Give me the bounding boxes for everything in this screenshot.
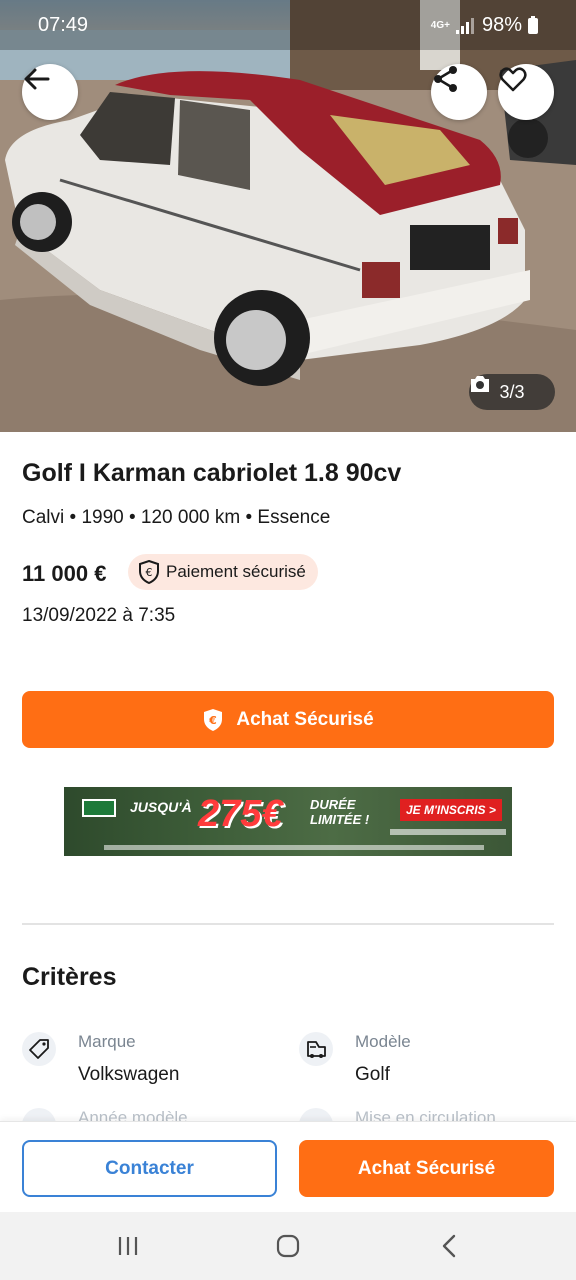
signal-icon	[455, 17, 476, 34]
home-button[interactable]	[268, 1230, 308, 1262]
criteria-value: Golf	[355, 1064, 390, 1085]
car-photo-illustration	[0, 0, 576, 432]
contact-button[interactable]: Contacter	[22, 1140, 277, 1197]
system-nav-bar	[0, 1212, 576, 1280]
section-divider	[22, 923, 554, 925]
ad-fine-print	[390, 829, 506, 835]
secure-purchase-bottom-button[interactable]: Achat Sécurisé	[299, 1140, 554, 1197]
criteria-value: Volkswagen	[78, 1064, 180, 1085]
criteria-peek-label: Mise en circulation	[355, 1108, 496, 1122]
chevron-left-icon	[442, 1234, 456, 1258]
bottom-action-bar: Contacter Achat Sécurisé	[0, 1121, 576, 1212]
criteria-item-brand: Marque Volkswagen	[22, 1032, 282, 1092]
home-icon	[276, 1234, 300, 1258]
criteria-item-year-peek	[22, 1108, 56, 1122]
status-time: 07:49	[38, 14, 89, 36]
svg-text:€: €	[209, 714, 218, 727]
network-type: 4G+	[430, 19, 450, 31]
share-icon	[434, 66, 457, 92]
secure-purchase-label: Achat Sécurisé	[236, 708, 374, 730]
criteria-label: Modèle	[355, 1032, 411, 1051]
ad-text-duration: DURÉE LIMITÉE !	[310, 797, 370, 827]
svg-text:€: €	[146, 566, 153, 579]
ad-logo	[82, 799, 116, 817]
recent-apps-icon	[118, 1237, 138, 1255]
secure-payment-badge: € Paiement sécurisé	[128, 554, 318, 590]
heart-icon	[499, 67, 527, 92]
listing-date: 13/09/2022 à 7:35	[22, 605, 176, 626]
share-button[interactable]	[431, 64, 487, 120]
ad-signup-button[interactable]: JE M'INSCRIS >	[400, 799, 502, 821]
listing-title: Golf I Karman cabriolet 1.8 90cv	[22, 459, 402, 487]
favorite-button[interactable]	[498, 64, 554, 120]
shield-euro-icon: €	[204, 708, 223, 731]
status-bar: 07:49 4G+ 98%	[0, 0, 576, 50]
listing-photo[interactable]: 07:49 4G+ 98% 3/3	[0, 0, 576, 432]
secure-purchase-button[interactable]: € Achat Sécurisé	[22, 691, 554, 748]
criteria-item-model: Modèle Golf	[299, 1032, 559, 1092]
listing-subtitle: Calvi • 1990 • 120 000 km • Essence	[22, 507, 331, 528]
ad-banner[interactable]: JUSQU'À 275€ DURÉE LIMITÉE ! JE M'INSCRI…	[64, 787, 512, 856]
photo-counter-text: 3/3	[499, 381, 525, 402]
ad-amount: 275€	[198, 793, 283, 835]
criteria-item-registration-peek	[299, 1108, 333, 1122]
battery-percent: 98%	[481, 14, 522, 36]
back-button[interactable]	[22, 64, 78, 120]
ad-text-upto: JUSQU'À	[130, 799, 192, 815]
criteria-title: Critères	[22, 963, 117, 991]
calendar-icon	[22, 1108, 56, 1122]
criteria-label: Marque	[78, 1032, 136, 1051]
calendar-icon	[299, 1108, 333, 1122]
secure-payment-text: Paiement sécurisé	[166, 562, 306, 581]
criteria-peek-label: Année modèle	[78, 1108, 188, 1122]
photo-counter: 3/3	[469, 374, 555, 410]
ad-legal-text	[104, 845, 484, 850]
arrow-left-icon	[24, 68, 50, 90]
camera-icon	[471, 376, 489, 392]
listing-price: 11 000 €	[22, 561, 107, 586]
system-back-button[interactable]	[430, 1230, 470, 1262]
shield-euro-icon: €	[139, 560, 159, 584]
recent-apps-button[interactable]	[108, 1230, 148, 1262]
battery-icon	[528, 15, 538, 34]
car-model-icon	[299, 1032, 333, 1066]
tag-icon	[22, 1032, 56, 1066]
